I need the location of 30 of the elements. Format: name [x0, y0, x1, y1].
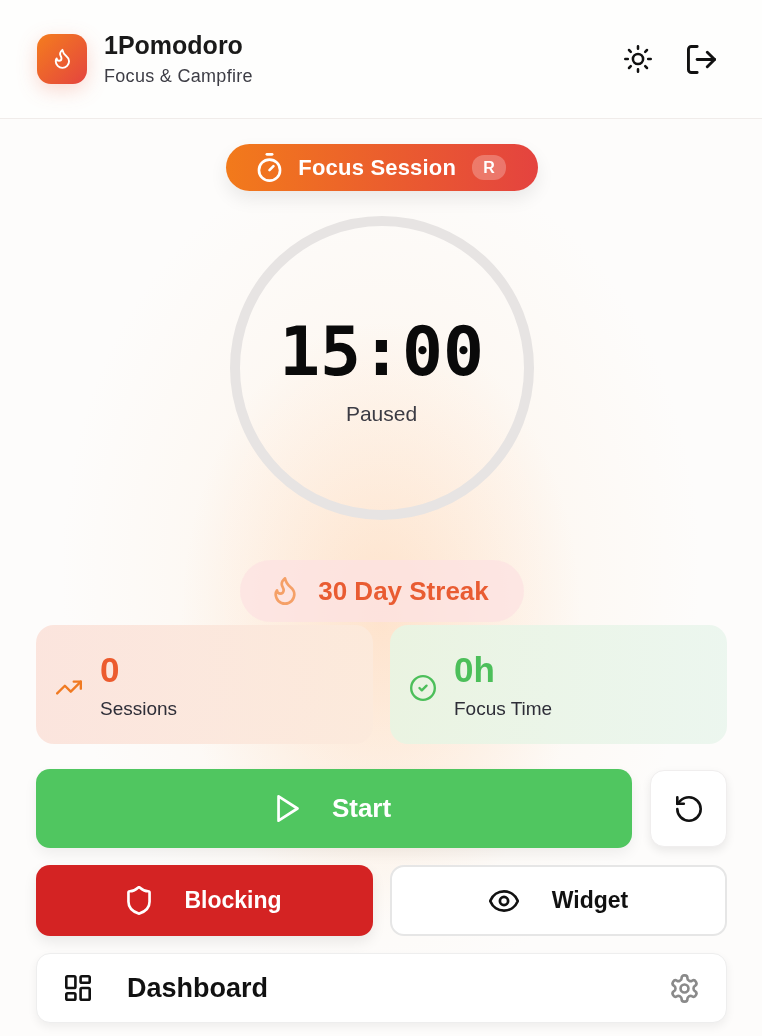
flame-icon	[274, 577, 297, 605]
streak-label: 30 Day Streak	[318, 575, 489, 607]
stat-value: 0h	[454, 651, 496, 687]
blocking-button[interactable]: Blocking	[36, 865, 373, 936]
settings-icon[interactable]	[671, 973, 698, 1003]
stat-label: Focus Time	[454, 698, 553, 718]
widget-button[interactable]: Widget	[390, 865, 727, 936]
app-title: 1Pomodoro	[104, 32, 244, 58]
timer-status: Paused	[345, 402, 418, 426]
stat-value: 0	[100, 651, 121, 687]
logout-icon[interactable]	[687, 44, 716, 74]
play-icon	[276, 795, 299, 822]
eye-icon	[488, 889, 519, 912]
reset-button[interactable]	[650, 770, 727, 847]
sun-icon[interactable]	[624, 45, 652, 73]
shortcut-badge: R	[472, 155, 506, 180]
session-mode-pill[interactable]: Focus Session R	[225, 144, 538, 191]
check-circle-icon	[410, 674, 436, 701]
dashboard-grid-icon	[65, 975, 91, 1001]
stopwatch-icon	[257, 153, 283, 182]
timer-display: 15:00	[279, 318, 484, 386]
rotate-left-icon	[675, 795, 702, 822]
flame-logo-icon	[37, 33, 87, 84]
stat-label: Sessions	[100, 698, 178, 718]
session-mode-label: Focus Session	[298, 154, 457, 181]
trending-up-icon	[56, 680, 82, 695]
dashboard-label: Dashboard	[127, 972, 270, 1004]
app-subtitle: Focus & Campfire	[104, 66, 253, 85]
dashboard-link[interactable]: Dashboard	[36, 953, 727, 1023]
shield-icon	[127, 886, 152, 915]
